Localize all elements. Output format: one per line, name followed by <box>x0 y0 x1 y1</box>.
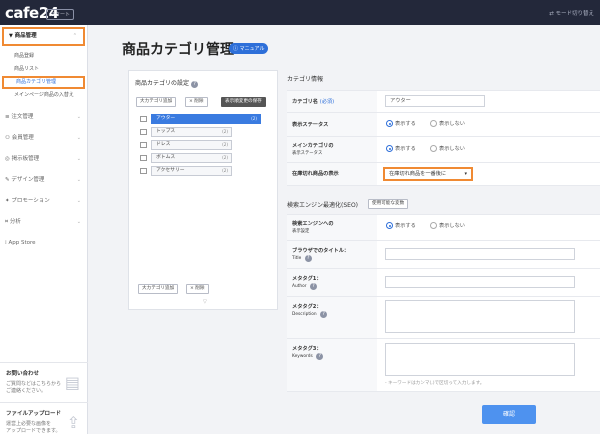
keywords-hint: - キーワードはカンマ(,)で区切って入力します。 <box>385 381 485 386</box>
sidebar-item-promotion[interactable]: ✦ プロモーション ⌄ <box>0 191 87 212</box>
page-title: 商品カテゴリ管理 <box>122 42 234 58</box>
sidebar-item-products[interactable]: ▼ 商品管理 ⌃ <box>2 27 85 46</box>
save-order-button[interactable]: 表示順変更の保存 <box>221 97 266 107</box>
info-icon: ⓘ <box>233 46 240 52</box>
available-variables-button[interactable]: 使用可能な変数 <box>368 199 409 209</box>
help-icon[interactable]: ? <box>304 255 312 262</box>
tree-node[interactable]: アウター (2) <box>151 114 261 124</box>
soldout-display-select[interactable]: 在庫切れ商品を一番後に ▾ <box>383 167 473 181</box>
status-show-radio[interactable]: 表示する <box>386 120 416 128</box>
chevron-down-icon: ⌄ <box>76 135 81 141</box>
status-hide-radio[interactable]: 表示しない <box>430 120 465 128</box>
manual-button[interactable]: ⓘ マニュアル <box>229 43 269 54</box>
upload-box[interactable]: ファイルアップロード 運営上必要な画像を アップロードできます。 ⇪ <box>0 402 88 434</box>
author-input[interactable] <box>385 276 575 288</box>
chevron-up-icon: ⌃ <box>72 33 77 39</box>
radio-icon <box>430 120 437 127</box>
plan-badge: スタート <box>46 9 75 20</box>
chevron-down-icon: ⌄ <box>76 198 81 204</box>
sidebar-item-analytics[interactable]: ⌗ 分析 ⌄ <box>0 212 87 233</box>
category-info-title: カテゴリ情報 <box>287 76 324 83</box>
radio-selected-icon <box>386 120 393 127</box>
main-status-hide-radio[interactable]: 表示しない <box>430 145 465 153</box>
upload-icon: ⇪ <box>66 413 80 432</box>
tree-node[interactable]: ドレス (2) <box>151 140 232 150</box>
add-major-category-button[interactable]: 大カテゴリ追加 <box>136 97 177 107</box>
folder-icon <box>140 116 147 122</box>
radio-icon <box>430 145 437 152</box>
radio-icon <box>430 222 437 229</box>
folder-icon <box>140 155 147 161</box>
user-icon: ⚇ <box>5 135 12 141</box>
folder-icon <box>140 142 147 148</box>
sidebar-subitem-list[interactable]: 商品リスト <box>0 63 87 76</box>
panel-title: 商品カテゴリの設定? <box>135 78 277 88</box>
radio-selected-icon <box>386 145 393 152</box>
mode-switch-link[interactable]: ⇄ モード切り替え <box>549 9 594 17</box>
sidebar-item-members[interactable]: ⚇ 会員管理 ⌄ <box>0 128 87 149</box>
sidebar: ▼ 商品管理 ⌃ 商品登録 商品リスト 商品カテゴリ管理 メインページ商品の入替… <box>0 25 88 434</box>
confirm-button[interactable]: 確認 <box>482 405 536 424</box>
chevron-down-icon: ⌄ <box>76 156 81 162</box>
sidebar-item-board[interactable]: ◎ 掲示板管理 ⌄ <box>0 149 87 170</box>
top-bar: cafe24 スタート ⇄ モード切り替え <box>0 0 600 25</box>
category-name-input[interactable]: アウター <box>385 95 485 107</box>
sidebar-subitem-category[interactable]: 商品カテゴリ管理 <box>2 76 85 89</box>
help-icon[interactable]: ? <box>316 353 324 360</box>
seo-hide-radio[interactable]: 表示しない <box>430 222 465 230</box>
keywords-textarea[interactable] <box>385 343 575 376</box>
add-major-category-button-bottom[interactable]: 大カテゴリ追加 <box>138 284 179 294</box>
delete-category-button-bottom[interactable]: × 削除 <box>186 284 209 294</box>
seo-section-title: 検索エンジン最適化(SEO) <box>287 202 359 209</box>
help-icon[interactable]: ? <box>191 81 199 88</box>
inquiry-box[interactable]: お問い合わせ ご質問などはこちらから ご連絡ください。 ▤ <box>0 362 88 400</box>
help-icon[interactable]: ? <box>320 311 328 318</box>
browser-title-input[interactable] <box>385 248 575 260</box>
tree-node[interactable]: ボトムス (2) <box>151 153 232 163</box>
delete-category-button[interactable]: × 削除 <box>185 97 208 107</box>
resize-handle-icon[interactable]: ▽ <box>203 299 207 305</box>
seo-show-radio[interactable]: 表示する <box>386 222 416 230</box>
sidebar-item-design[interactable]: ✎ デザイン管理 ⌄ <box>0 170 87 191</box>
folder-icon <box>140 168 147 174</box>
document-icon: ▤ <box>64 373 80 392</box>
chevron-down-icon: ⌄ <box>76 177 81 183</box>
tree-node[interactable]: トップス (2) <box>151 127 232 137</box>
help-icon[interactable]: ? <box>309 283 317 290</box>
tree-node[interactable]: アクセサリー (2) <box>151 166 232 176</box>
main-status-show-radio[interactable]: 表示する <box>386 145 416 153</box>
chevron-down-icon: ⌄ <box>76 219 81 225</box>
chevron-down-icon: ⌄ <box>76 114 81 120</box>
sidebar-subitem-register[interactable]: 商品登録 <box>0 50 87 63</box>
sidebar-item-orders[interactable]: ≡ 注文管理 ⌄ <box>0 107 87 128</box>
sidebar-item-appstore[interactable]: ⁞ App Store <box>0 233 87 254</box>
radio-selected-icon <box>386 222 393 229</box>
sidebar-subitem-main-swap[interactable]: メインページ商品の入替え <box>0 89 87 102</box>
dropdown-arrow-icon: ▾ <box>464 171 467 177</box>
description-textarea[interactable] <box>385 300 575 333</box>
folder-icon <box>140 129 147 135</box>
